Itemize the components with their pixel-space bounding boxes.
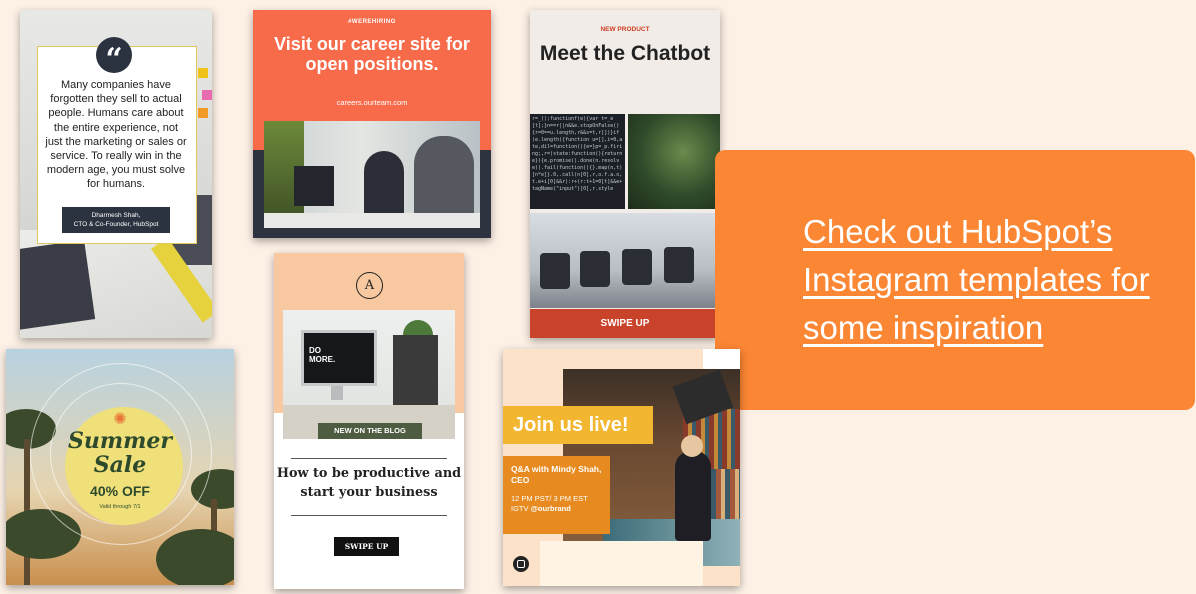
career-url: careers.ourteam.com	[336, 98, 408, 107]
brand-logo-icon	[513, 556, 529, 572]
summer-sale-template-card: ✺ Summer Sale 40% OFF Valid through 7/1	[6, 349, 234, 585]
host-text: Q&A with Mindy Shah, CEO	[511, 464, 602, 485]
screen-text: DO MORE.	[309, 346, 335, 364]
postit-note	[198, 68, 208, 78]
monogram-a-icon: A	[356, 272, 383, 299]
cream-block	[540, 541, 703, 586]
code-photo: r=_();functionf(e){var t=_e[t];}n==r||n&…	[530, 114, 625, 209]
hiring-title: Visit our career site for open positions…	[274, 34, 470, 74]
cta-panel: Check out HubSpot’s Instagram templates …	[715, 150, 1195, 410]
chatbot-title: Meet the Chatbot	[539, 42, 711, 65]
shelf-shape	[393, 335, 438, 405]
hiring-template-card: #WEREHIRING Visit our career site for op…	[253, 10, 491, 238]
quote-author: Dharmesh Shah, CTO & Co-Founder, HubSpot	[62, 207, 170, 233]
laptop-background	[20, 239, 96, 331]
circuit-board-photo	[628, 114, 720, 209]
divider	[291, 515, 447, 516]
sun-icon: ✺	[113, 411, 127, 428]
cta-link[interactable]: Check out HubSpot’s Instagram templates …	[803, 208, 1183, 352]
author-name: Dharmesh Shah,	[91, 212, 141, 219]
swipe-up-button[interactable]: SWIPE UP	[530, 309, 720, 338]
hiring-hashtag: #WEREHIRING	[348, 19, 396, 25]
quote-icon: “	[96, 37, 132, 77]
product-tag: NEW PRODUCT	[600, 26, 650, 33]
quote-template-card: “ Many companies have forgotten they sel…	[20, 10, 212, 338]
screen-shape	[294, 166, 334, 206]
validity-text: Valid through 7/1	[99, 504, 141, 510]
join-live-title: Join us live!	[503, 406, 653, 444]
chatbot-template-card: NEW PRODUCT Meet the Chatbot r=_();funct…	[530, 10, 720, 338]
screen-text-line-2: MORE.	[309, 355, 336, 364]
title-line-2: Sale	[93, 452, 147, 478]
event-time-text: 12 PM PST/ 3 PM EST	[511, 494, 588, 503]
blog-title: How to be productive and start your busi…	[276, 466, 462, 500]
office-photo	[264, 121, 480, 228]
postit-note	[198, 108, 208, 118]
white-block	[703, 349, 740, 371]
screen-text-line-1: DO	[309, 346, 321, 355]
author-title: CTO & Co-Founder, HubSpot	[73, 221, 159, 228]
new-on-blog-label: NEW ON THE BLOG	[318, 423, 422, 439]
person-head	[681, 435, 703, 457]
imac-stand	[331, 386, 343, 400]
channel-handle: @ourbrand	[530, 504, 571, 513]
person-shape	[675, 451, 711, 541]
quote-text: Many companies have forgotten they sell …	[45, 79, 187, 191]
summer-sale-title: Summer Sale	[6, 429, 234, 477]
channel-text: IGTV @ourbrand	[511, 504, 602, 514]
person-shape	[364, 151, 404, 221]
event-info-box: Q&A with Mindy Shah, CEO 12 PM PST/ 3 PM…	[503, 456, 610, 534]
robot-shape	[664, 247, 694, 283]
discount-text: 40% OFF	[90, 483, 150, 499]
desk-shape	[264, 213, 480, 228]
channel-prefix: IGTV	[511, 504, 531, 513]
palm-frond	[156, 529, 234, 585]
robot-shape	[580, 251, 610, 287]
live-event-template-card: Join us live! Q&A with Mindy Shah, CEO 1…	[503, 349, 740, 586]
divider	[291, 458, 447, 459]
blog-template-card: A DO MORE. NEW ON THE BLOG How to be pro…	[274, 253, 464, 589]
postit-note	[202, 90, 212, 100]
robot-shape	[622, 249, 652, 285]
title-line-1: Summer	[67, 428, 173, 454]
robot-shape	[540, 253, 570, 289]
workspace-photo: DO MORE.	[283, 310, 455, 439]
swipe-up-button[interactable]: SWIPE UP	[334, 537, 399, 556]
robots-photo	[530, 213, 720, 308]
